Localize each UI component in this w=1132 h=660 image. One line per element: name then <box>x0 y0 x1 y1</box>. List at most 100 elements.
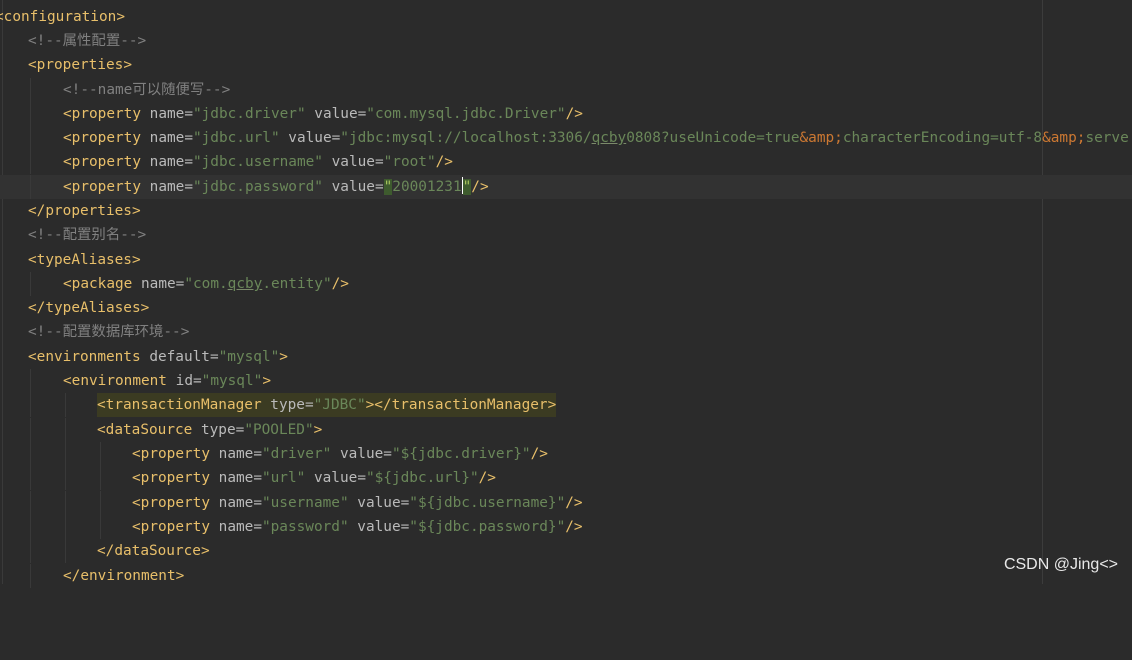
xml-entity: &amp; <box>1042 130 1086 146</box>
xml-tag: property <box>140 470 210 486</box>
xml-attribute: id <box>175 373 193 389</box>
xml-value: qcby <box>591 130 627 146</box>
matched-quote: " <box>383 179 393 195</box>
xml-tag: properties <box>36 57 124 73</box>
xml-value: "jdbc:mysql://localhost:3306/ <box>340 130 592 146</box>
xml-attribute: name <box>149 179 185 195</box>
xml-value: "mysql" <box>201 373 263 389</box>
code-line[interactable]: <!--配置数据库环境--> <box>0 320 1132 344</box>
xml-attribute: value <box>357 495 401 511</box>
xml-attribute: value <box>288 130 332 146</box>
code-line[interactable]: <property name="driver" value="${jdbc.dr… <box>0 442 1132 466</box>
code-line[interactable]: <typeAliases> <box>0 248 1132 272</box>
watermark: CSDN @Jing<> <box>1003 556 1118 573</box>
xml-attribute: default <box>149 349 210 365</box>
code-line[interactable]: <dataSource type="POOLED"> <box>0 418 1132 442</box>
code-line[interactable]: <transactionManager type="JDBC"></transa… <box>0 393 1132 417</box>
xml-comment: <!--name可以随便写--> <box>63 82 231 98</box>
xml-value: "jdbc.url" <box>192 130 280 146</box>
xml-attribute: name <box>218 519 254 535</box>
code-line[interactable]: <!--name可以随便写--> <box>0 78 1132 102</box>
xml-attribute: name <box>149 130 185 146</box>
xml-tag: dataSource <box>105 422 193 438</box>
xml-tag: environment <box>80 568 176 584</box>
xml-attribute: name <box>218 446 254 462</box>
xml-tag: environment <box>71 373 167 389</box>
xml-tag: properties <box>45 203 132 219</box>
xml-value: "driver" <box>261 446 332 462</box>
xml-value: characterEncoding=utf-8 <box>842 130 1043 146</box>
xml-attribute: value <box>331 154 375 170</box>
xml-attribute: type <box>270 397 305 413</box>
xml-value: "mysql" <box>218 349 280 365</box>
code-line-current[interactable]: <property name="jdbc.password" value="20… <box>0 175 1132 199</box>
code-editor[interactable]: <configuration> <!--属性配置--> <properties>… <box>0 0 1132 588</box>
xml-value: "jdbc.password" <box>192 179 323 195</box>
xml-attribute: value <box>357 519 401 535</box>
code-line[interactable]: <!--配置别名--> <box>0 223 1132 247</box>
xml-attribute: name <box>149 106 185 122</box>
xml-comment: <!--配置别名--> <box>28 227 147 243</box>
xml-tag: property <box>140 519 210 535</box>
xml-value: "username" <box>261 495 349 511</box>
code-line[interactable]: <property name="username" value="${jdbc.… <box>0 491 1132 515</box>
xml-entity: &amp; <box>799 130 843 146</box>
xml-tag: property <box>71 179 141 195</box>
xml-value: "com.mysql.jdbc.Driver" <box>366 106 566 122</box>
xml-value: "${jdbc.url}" <box>365 470 479 486</box>
xml-tag: dataSource <box>114 543 201 559</box>
code-line[interactable]: </dataSource> <box>0 539 1132 563</box>
code-line[interactable]: <!--属性配置--> <box>0 29 1132 53</box>
xml-value: "JDBC" <box>313 397 366 413</box>
xml-value: 20001231 <box>392 179 462 195</box>
xml-attribute: value <box>314 106 358 122</box>
xml-tag: typeAliases <box>45 300 141 316</box>
code-line[interactable]: </environment> <box>0 564 1132 588</box>
xml-tag: property <box>140 446 210 462</box>
code-line[interactable]: <property name="url" value="${jdbc.url}"… <box>0 466 1132 490</box>
xml-attribute: name <box>218 495 254 511</box>
code-line[interactable]: </typeAliases> <box>0 296 1132 320</box>
code-line[interactable]: <environments default="mysql"> <box>0 345 1132 369</box>
xml-value: "POOLED" <box>244 422 314 438</box>
xml-attribute: value <box>331 179 375 195</box>
code-line[interactable]: <properties> <box>0 53 1132 77</box>
xml-attribute: name <box>218 470 254 486</box>
xml-value: "${jdbc.driver}" <box>391 446 531 462</box>
xml-attribute: name <box>149 154 185 170</box>
xml-tag: property <box>140 495 210 511</box>
xml-tag: package <box>71 276 133 292</box>
code-line[interactable]: <property name="jdbc.driver" value="com.… <box>0 102 1132 126</box>
xml-tag: transactionManager <box>105 397 262 413</box>
code-line[interactable]: <property name="jdbc.url" value="jdbc:my… <box>0 126 1132 150</box>
xml-value: .entity" <box>262 276 332 292</box>
xml-value: "com. <box>184 276 228 292</box>
xml-value: "${jdbc.password}" <box>409 519 566 535</box>
code-line[interactable]: <package name="com.qcby.entity"/> <box>0 272 1132 296</box>
xml-tag: configuration <box>3 9 117 25</box>
code-line[interactable]: <environment id="mysql"> <box>0 369 1132 393</box>
xml-tag: transactionManager <box>391 397 548 413</box>
code-line[interactable]: </properties> <box>0 199 1132 223</box>
xml-attribute: value <box>313 470 358 486</box>
xml-value: "jdbc.driver" <box>192 106 306 122</box>
xml-comment: <!--配置数据库环境--> <box>28 324 190 340</box>
xml-value: 0808?useUnicode=true <box>626 130 800 146</box>
code-line[interactable]: <property name="jdbc.username" value="ro… <box>0 150 1132 174</box>
xml-value: "url" <box>261 470 306 486</box>
xml-tag: environments <box>36 349 141 365</box>
matched-quote: " <box>462 179 472 195</box>
xml-attribute: name <box>141 276 176 292</box>
xml-attribute: type <box>200 422 236 438</box>
xml-attribute: value <box>339 446 384 462</box>
code-line[interactable]: <property name="password" value="${jdbc.… <box>0 515 1132 539</box>
xml-comment: <!--属性配置--> <box>28 33 147 49</box>
xml-value: "root" <box>383 154 436 170</box>
xml-value: "${jdbc.username}" <box>409 495 566 511</box>
xml-value: "password" <box>261 519 349 535</box>
xml-value: "jdbc.username" <box>192 154 323 170</box>
code-line[interactable]: <configuration> <box>0 5 1132 29</box>
xml-value: qcby <box>227 276 263 292</box>
xml-value: serve <box>1085 130 1129 146</box>
xml-tag: typeAliases <box>36 252 132 268</box>
